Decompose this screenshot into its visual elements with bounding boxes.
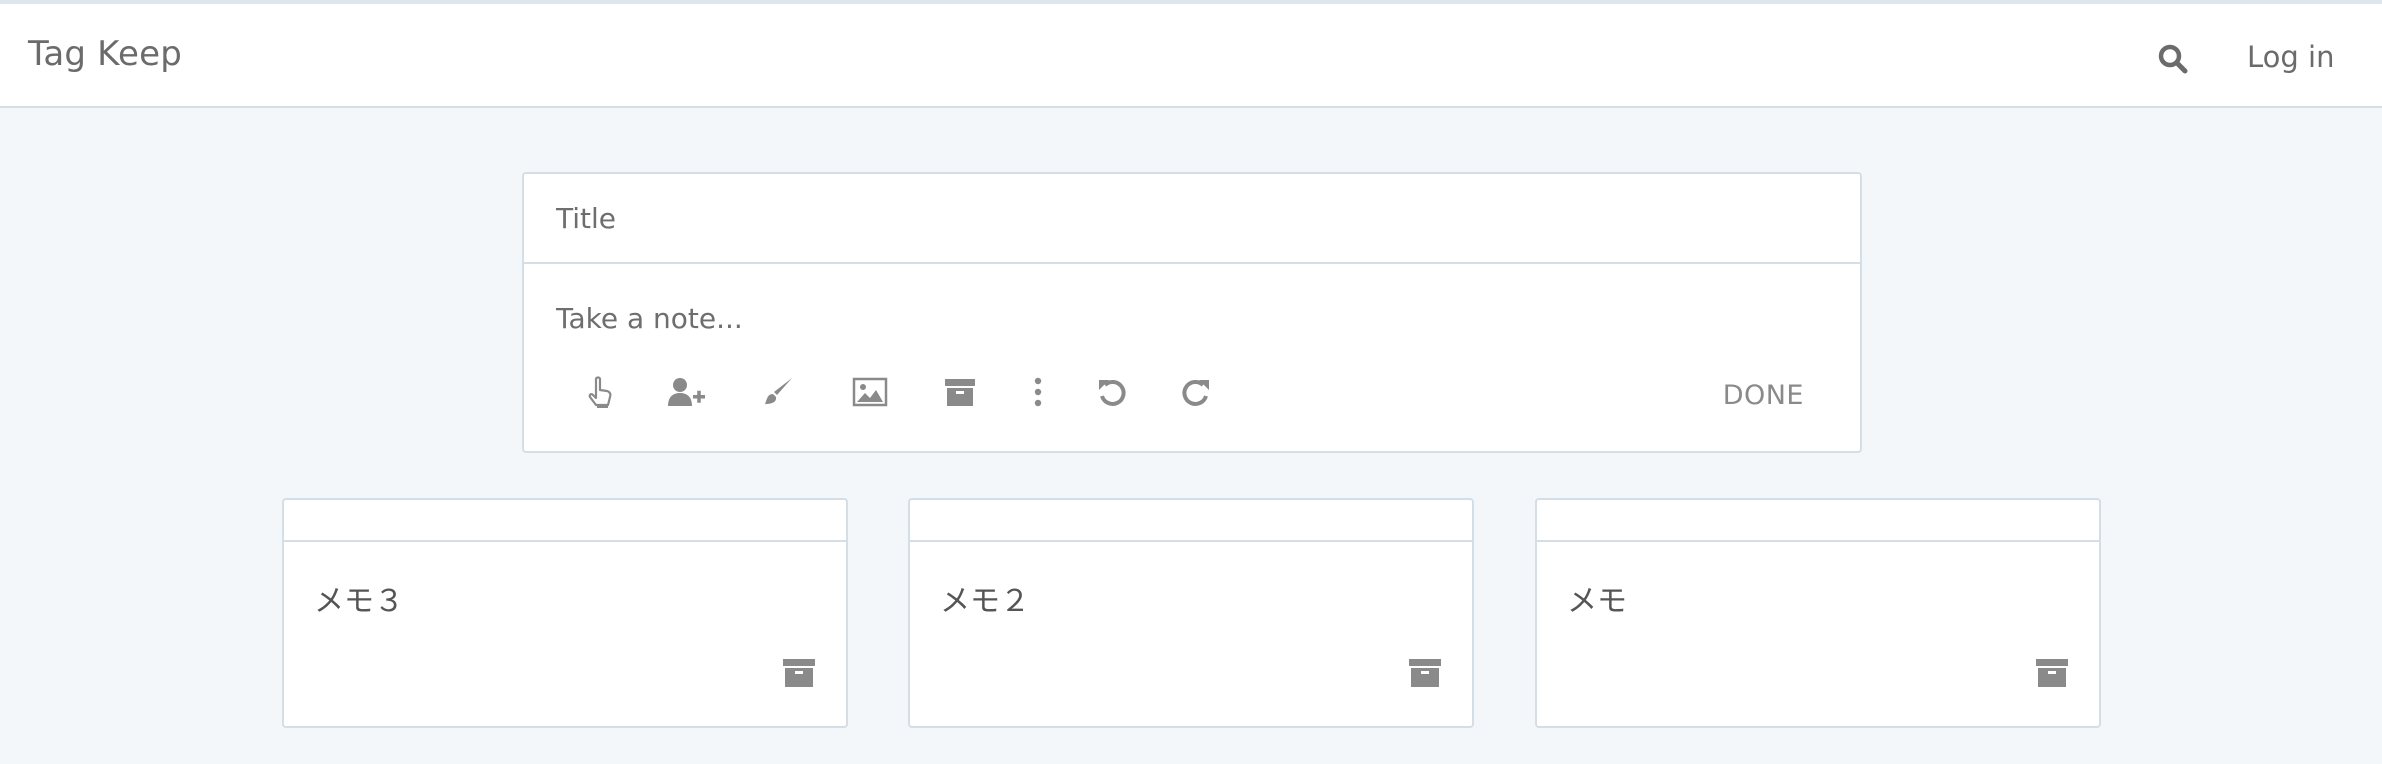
note-editor: DONE [522,172,1862,453]
note-card-body: メモ２ [940,584,1030,619]
brand-title[interactable]: Tag Keep [28,34,182,74]
archive-icon[interactable] [2035,658,2069,692]
add-collaborator-icon[interactable] [666,372,706,412]
note-card[interactable]: メモ３ [282,498,848,728]
note-card-title [284,500,846,542]
note-card[interactable]: メモ２ [908,498,1474,728]
pin-icon[interactable] [580,372,620,412]
note-card-body: メモ３ [314,584,404,619]
archive-icon[interactable] [1408,658,1442,692]
note-input[interactable] [556,298,1756,338]
top-navbar: Tag Keep Log in [0,0,2382,108]
done-button[interactable]: DONE [1723,380,1804,411]
archive-icon[interactable] [782,658,816,692]
redo-icon[interactable] [1176,372,1216,412]
color-brush-icon[interactable] [758,372,798,412]
more-icon[interactable] [1018,372,1058,412]
note-card-body: メモ [1567,584,1627,619]
archive-icon[interactable] [940,372,980,412]
note-card-title [910,500,1472,542]
login-link[interactable]: Log in [2247,40,2334,74]
search-icon[interactable] [2156,42,2190,76]
image-icon[interactable] [850,372,890,412]
title-input[interactable] [556,198,1756,238]
note-card-title [1537,500,2099,542]
undo-icon[interactable] [1092,372,1132,412]
title-row [524,174,1860,264]
note-card[interactable]: メモ [1535,498,2101,728]
